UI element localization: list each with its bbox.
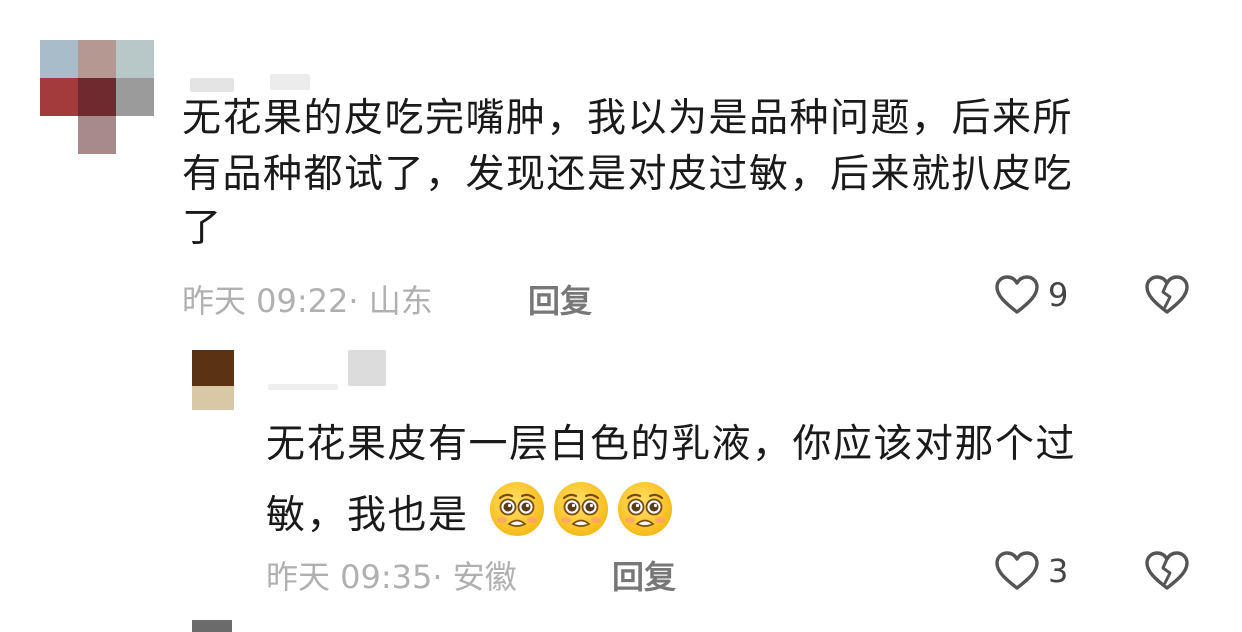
heart-outline-icon xyxy=(995,551,1039,590)
comment-text-line: 无花果的皮吃完嘴肿，我以为是品种问题，后来所 xyxy=(182,96,1074,141)
avatar-mosaic-block xyxy=(78,40,116,78)
pleading-face-emoji-icon xyxy=(490,482,545,536)
username-blurred[interactable] xyxy=(268,384,338,390)
avatar[interactable] xyxy=(192,350,234,410)
comment-text-segment: 敏，我也是 xyxy=(266,493,469,538)
dislike-button[interactable] xyxy=(1144,274,1190,320)
comment-time: 昨天 09:35 xyxy=(266,558,433,596)
avatar-mosaic-block xyxy=(116,40,154,78)
comment-location: · 安徽 xyxy=(432,558,517,596)
like-button[interactable]: 3 xyxy=(994,550,1068,592)
avatar-mosaic-block xyxy=(116,78,154,116)
username-blurred[interactable] xyxy=(348,350,386,386)
broken-heart-icon xyxy=(1145,551,1189,590)
comment-text-line: 敏，我也是 xyxy=(266,480,674,539)
reply-button[interactable]: 回复 xyxy=(612,552,676,598)
comment-text-line: 无花果皮有一层白色的乳液，你应该对那个过 xyxy=(266,422,1077,467)
avatar[interactable] xyxy=(192,620,232,632)
avatar-mosaic-block xyxy=(192,386,234,410)
avatar-mosaic-block xyxy=(40,40,78,78)
pleading-face-emoji-icon xyxy=(618,482,673,536)
avatar-mosaic-block xyxy=(116,116,154,154)
comment-meta: 昨天 09:35· 安徽 xyxy=(266,552,517,598)
comment-meta: 昨天 09:22· 山东 xyxy=(182,276,433,322)
dislike-button[interactable] xyxy=(1144,550,1190,596)
avatar-mosaic-block xyxy=(78,78,116,116)
pleading-face-emoji-icon xyxy=(554,482,609,536)
avatar-mosaic-block xyxy=(78,116,116,154)
avatar-mosaic-block xyxy=(40,78,78,116)
like-button[interactable]: 9 xyxy=(994,274,1068,316)
heart-outline-icon xyxy=(995,275,1039,314)
username-blurred[interactable] xyxy=(190,78,234,92)
reply-button[interactable]: 回复 xyxy=(528,276,592,322)
comment-text-line: 有品种都试了，发现还是对皮过敏，后来就扒皮吃 xyxy=(182,152,1074,197)
like-count: 3 xyxy=(1048,552,1069,590)
broken-heart-icon xyxy=(1145,275,1189,314)
avatar-mosaic-block xyxy=(40,116,78,154)
avatar[interactable] xyxy=(40,40,154,154)
like-count: 9 xyxy=(1048,276,1069,314)
avatar-mosaic-block xyxy=(192,350,234,386)
comment-text-line: 了 xyxy=(182,206,223,251)
comment-location: · 山东 xyxy=(348,282,433,320)
username-blurred[interactable] xyxy=(270,74,310,90)
comment-time: 昨天 09:22 xyxy=(182,282,349,320)
